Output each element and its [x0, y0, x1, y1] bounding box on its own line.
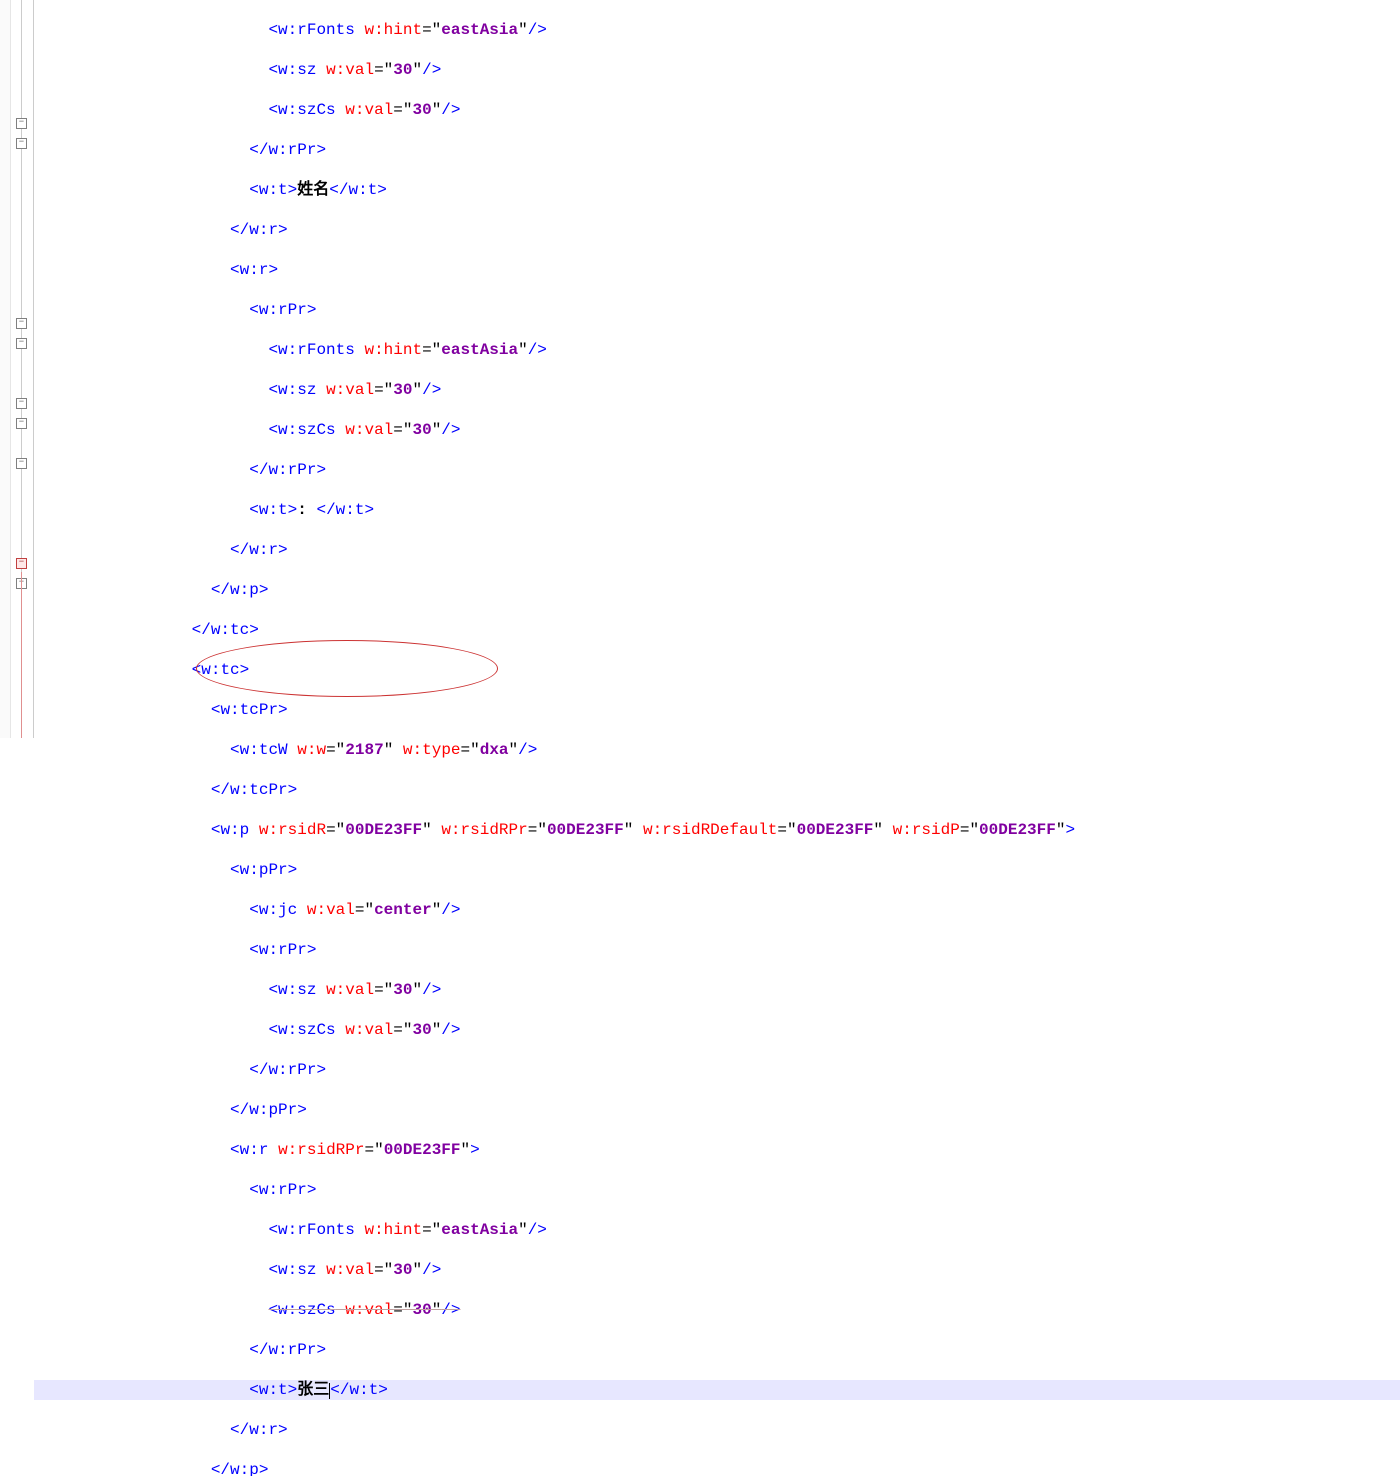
code-line[interactable]: <w:r>: [34, 260, 1400, 280]
gutter: [0, 0, 11, 738]
code-line[interactable]: <w:sz w:val="30"/>: [34, 60, 1400, 80]
code-line[interactable]: <w:sz w:val="30"/>: [34, 1260, 1400, 1280]
code-line[interactable]: </w:p>: [34, 1460, 1400, 1476]
code-line[interactable]: <w:szCs w:val="30"/>: [34, 100, 1400, 120]
code-line[interactable]: <w:szCs w:val="30"/>: [34, 1300, 1400, 1320]
fold-toggle-changed[interactable]: −: [16, 558, 27, 569]
code-line[interactable]: <w:rFonts w:hint="eastAsia"/>: [34, 1220, 1400, 1240]
code-line[interactable]: <w:r w:rsidRPr="00DE23FF">: [34, 1140, 1400, 1160]
code-line[interactable]: <w:pPr>: [34, 860, 1400, 880]
code-line[interactable]: <w:p w:rsidR="00DE23FF" w:rsidRPr="00DE2…: [34, 820, 1400, 840]
code-line[interactable]: <w:rPr>: [34, 940, 1400, 960]
code-line[interactable]: <w:szCs w:val="30"/>: [34, 420, 1400, 440]
code-line[interactable]: <w:tcW w:w="2187" w:type="dxa"/>: [34, 740, 1400, 760]
code-line[interactable]: <w:rFonts w:hint="eastAsia"/>: [34, 20, 1400, 40]
fold-toggle[interactable]: −: [16, 458, 27, 469]
code-line[interactable]: <w:rFonts w:hint="eastAsia"/>: [34, 340, 1400, 360]
code-line[interactable]: <w:tc>: [34, 660, 1400, 680]
code-line[interactable]: <w:sz w:val="30"/>: [34, 980, 1400, 1000]
code-line[interactable]: </w:pPr>: [34, 1100, 1400, 1120]
fold-column: − − − − − − − − −: [11, 0, 34, 738]
fold-toggle[interactable]: −: [16, 138, 27, 149]
code-line[interactable]: <w:rPr>: [34, 1180, 1400, 1200]
code-line-current[interactable]: <w:t>张三</w:t>: [34, 1380, 1400, 1400]
fold-toggle[interactable]: −: [16, 318, 27, 329]
fold-toggle[interactable]: −: [16, 338, 27, 349]
code-line[interactable]: <w:t>姓名</w:t>: [34, 180, 1400, 200]
code-line[interactable]: </w:rPr>: [34, 1340, 1400, 1360]
fold-toggle[interactable]: −: [16, 398, 27, 409]
fold-toggle[interactable]: −: [16, 418, 27, 429]
code-area[interactable]: <w:rFonts w:hint="eastAsia"/> <w:sz w:va…: [34, 0, 1400, 738]
code-line[interactable]: </w:r>: [34, 1420, 1400, 1440]
code-line[interactable]: </w:p>: [34, 580, 1400, 600]
code-line[interactable]: <w:t>: </w:t>: [34, 500, 1400, 520]
code-line[interactable]: </w:rPr>: [34, 460, 1400, 480]
fold-toggle[interactable]: −: [16, 118, 27, 129]
code-line[interactable]: </w:tc>: [34, 620, 1400, 640]
code-line[interactable]: </w:r>: [34, 540, 1400, 560]
code-line[interactable]: <w:tcPr>: [34, 700, 1400, 720]
code-editor: − − − − − − − − − <w:rFonts w:hint="east…: [0, 0, 1400, 738]
code-line[interactable]: <w:sz w:val="30"/>: [34, 380, 1400, 400]
code-line[interactable]: </w:tcPr>: [34, 780, 1400, 800]
code-line[interactable]: </w:rPr>: [34, 1060, 1400, 1080]
code-line[interactable]: </w:r>: [34, 220, 1400, 240]
code-line[interactable]: <w:rPr>: [34, 300, 1400, 320]
code-line[interactable]: <w:szCs w:val="30"/>: [34, 1020, 1400, 1040]
code-line[interactable]: </w:rPr>: [34, 140, 1400, 160]
code-line[interactable]: <w:jc w:val="center"/>: [34, 900, 1400, 920]
